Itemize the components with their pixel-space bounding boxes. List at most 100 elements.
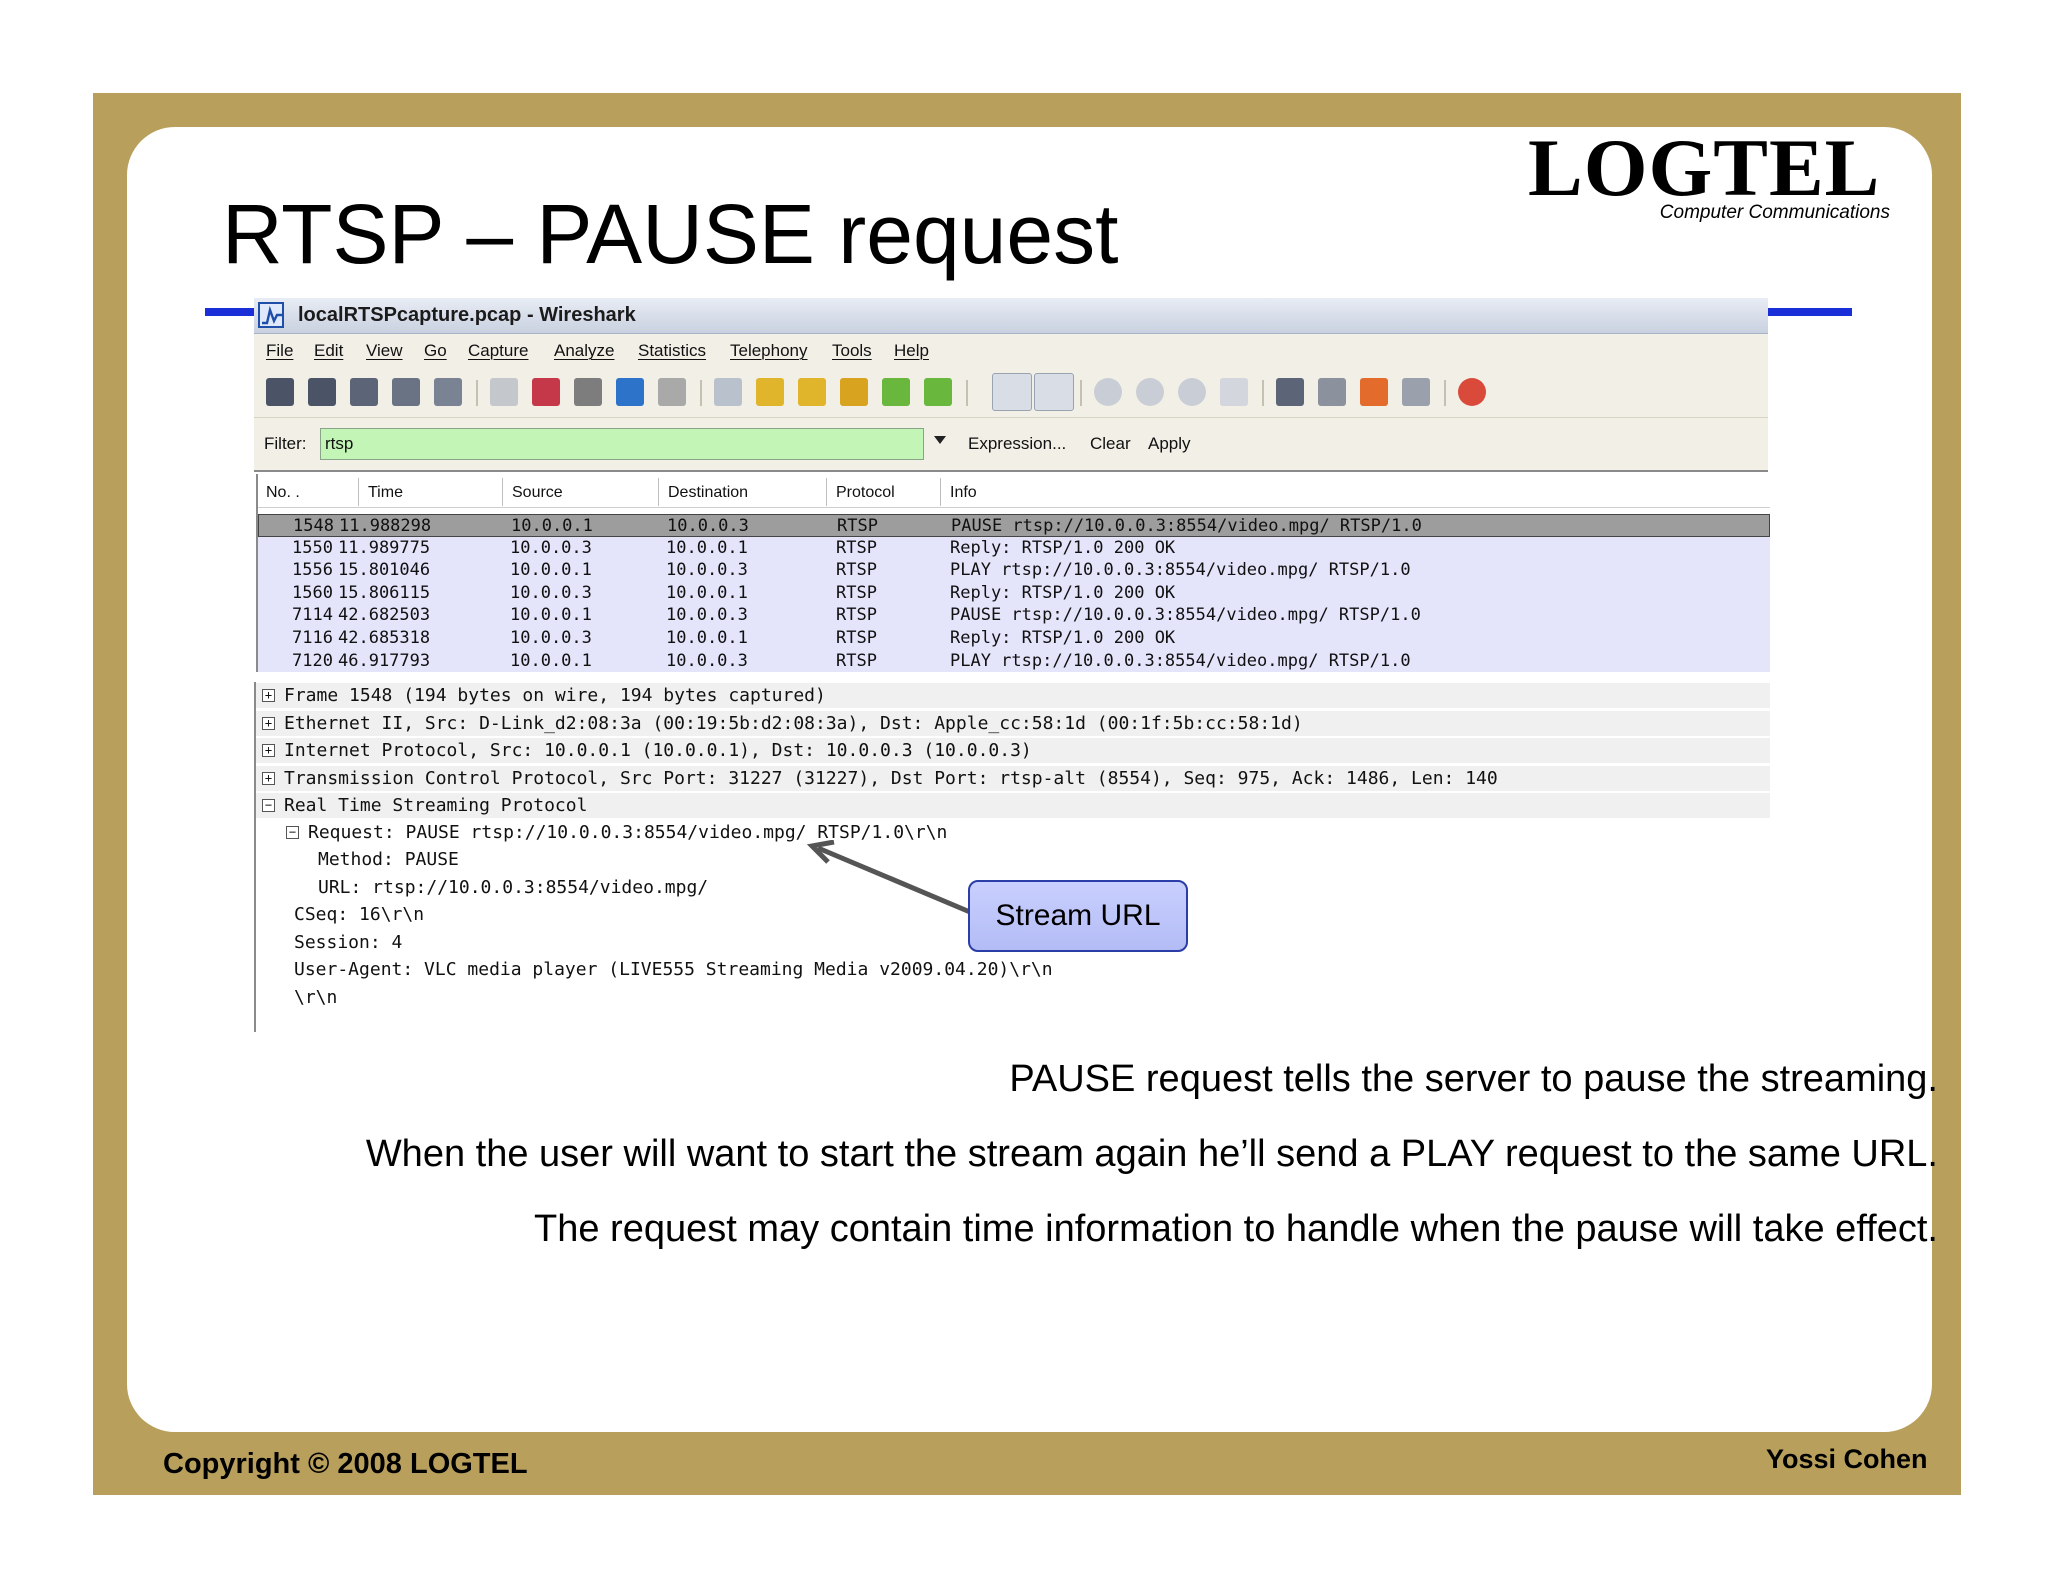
coloring-rules-icon[interactable] (1360, 378, 1388, 406)
col-header-no[interactable]: No. . (266, 484, 300, 502)
col-header-protocol[interactable]: Protocol (836, 484, 895, 502)
menu-edit[interactable]: Edit (314, 341, 343, 361)
cell-protocol: RTSP (836, 650, 877, 671)
packet-row[interactable]: 1556 15.801046 10.0.0.1 10.0.0.3 RTSP PLAY rt… (258, 559, 1770, 582)
back-icon[interactable] (756, 378, 784, 406)
detail-line[interactable]: + Ethernet II, Src: D-Link_d2:08:3a (00:1… (256, 709, 1770, 736)
help-icon[interactable] (1458, 378, 1486, 406)
detail-text: Session: 4 (294, 931, 403, 953)
stop-icon[interactable] (392, 378, 420, 406)
zoom-normal-icon[interactable] (1178, 378, 1206, 406)
reload-icon[interactable] (616, 378, 644, 406)
zoom-out-icon[interactable] (1136, 378, 1164, 406)
collapse-icon[interactable]: − (286, 825, 299, 839)
column-divider[interactable] (502, 478, 503, 506)
top-icon[interactable] (882, 378, 910, 406)
filter-input[interactable]: rtsp (320, 428, 924, 460)
cell-no: 7116 (292, 627, 333, 648)
menu-telephony[interactable]: Telephony (730, 341, 808, 361)
packet-row[interactable]: 7120 46.917793 10.0.0.1 10.0.0.3 RTSP PLAY rt… (258, 649, 1770, 673)
zoom-in-icon[interactable] (1094, 378, 1122, 406)
goto-icon[interactable] (840, 378, 868, 406)
cell-destination: 10.0.0.3 (667, 516, 749, 536)
menu-tools[interactable]: Tools (832, 341, 872, 361)
cell-destination: 10.0.0.3 (666, 605, 748, 626)
detail-line[interactable]: User-Agent: VLC media player (LIVE555 St… (256, 957, 1770, 983)
packet-row[interactable]: 7114 42.682503 10.0.0.1 10.0.0.3 RTSP PAUSE r… (258, 604, 1770, 627)
caption-line-3: The request may contain time information… (534, 1208, 1938, 1250)
column-divider[interactable] (358, 478, 359, 506)
column-divider[interactable] (826, 478, 827, 506)
expand-icon[interactable]: + (262, 744, 275, 757)
cell-destination: 10.0.0.3 (666, 650, 748, 671)
clear-button[interactable]: Clear (1090, 434, 1131, 454)
expression-button[interactable]: Expression... (968, 434, 1066, 454)
toolbar-separator (966, 380, 968, 406)
logo-word: LOGTEL (1528, 122, 1881, 213)
autoscroll-icon[interactable] (1034, 373, 1074, 411)
menu-analyze[interactable]: Analyze (554, 341, 614, 361)
packet-row[interactable]: 1548 11.988298 10.0.0.1 10.0.0.3 RTSP PAUSE r… (258, 514, 1770, 537)
cell-time: 15.801046 (338, 560, 431, 581)
detail-line[interactable]: − Request: PAUSE rtsp://10.0.0.3:8554/vid… (256, 820, 1770, 846)
expand-icon[interactable]: + (262, 689, 275, 702)
cell-protocol: RTSP (836, 627, 877, 648)
colorize-icon[interactable] (992, 373, 1032, 411)
forward-icon[interactable] (798, 378, 826, 406)
window-titlebar[interactable]: localRTSPcapture.pcap - Wireshark (254, 298, 1768, 334)
toolbar-separator (1262, 380, 1264, 406)
cell-time: 46.917793 (338, 650, 431, 671)
options-icon[interactable] (308, 378, 336, 406)
restart-icon[interactable] (434, 378, 462, 406)
open-icon[interactable] (490, 378, 518, 406)
save-icon[interactable] (532, 378, 560, 406)
find-icon[interactable] (714, 378, 742, 406)
col-header-time[interactable]: Time (368, 484, 403, 502)
menu-go[interactable]: Go (424, 341, 447, 361)
apply-button[interactable]: Apply (1148, 434, 1191, 454)
detail-line[interactable]: + Internet Protocol, Src: 10.0.0.1 (10.0.… (256, 737, 1770, 763)
cell-time: 11.988298 (339, 516, 432, 536)
capture-filters-icon[interactable] (1276, 378, 1304, 406)
cell-no: 1556 (292, 560, 333, 581)
menu-capture[interactable]: Capture (468, 341, 528, 361)
packet-row[interactable]: 1550 11.989775 10.0.0.3 10.0.0.1 RTSP Reply: … (258, 536, 1770, 560)
packet-row[interactable]: 1560 15.806115 10.0.0.3 10.0.0.1 RTSP Reply: … (258, 581, 1770, 605)
cell-source: 10.0.0.3 (510, 627, 592, 648)
collapse-icon[interactable]: − (262, 799, 275, 812)
start-icon[interactable] (350, 378, 378, 406)
menu-statistics[interactable]: Statistics (638, 341, 706, 361)
display-filters-icon[interactable] (1318, 378, 1346, 406)
detail-line[interactable]: + Transmission Control Protocol, Src Port… (256, 764, 1770, 791)
caption-line-2: When the user will want to start the str… (365, 1133, 1938, 1175)
col-header-source[interactable]: Source (512, 484, 563, 502)
col-header-destination[interactable]: Destination (668, 484, 748, 502)
filter-dropdown-icon[interactable] (934, 436, 946, 444)
menu-help[interactable]: Help (894, 341, 929, 361)
resize-columns-icon[interactable] (1220, 378, 1248, 406)
menu-view[interactable]: View (366, 341, 403, 361)
expand-icon[interactable]: + (262, 771, 275, 785)
packet-list: No. . Time Source Destination Protocol I… (256, 474, 1770, 673)
packet-row[interactable]: 7116 42.685318 10.0.0.3 10.0.0.1 RTSP Reply: … (258, 626, 1770, 650)
detail-line[interactable]: + Frame 1548 (194 bytes on wire, 194 byte… (256, 682, 1770, 708)
close-icon[interactable] (574, 378, 602, 406)
column-divider[interactable] (658, 478, 659, 506)
col-header-info[interactable]: Info (950, 484, 977, 502)
print-icon[interactable] (658, 378, 686, 406)
detail-line[interactable]: − Real Time Streaming Protocol (256, 792, 1770, 818)
menu-file[interactable]: File (266, 341, 293, 361)
column-divider[interactable] (940, 478, 941, 506)
expand-icon[interactable]: + (262, 716, 275, 730)
detail-line[interactable]: \r\n (256, 985, 1770, 1011)
packet-rows: 1548 11.988298 10.0.0.1 10.0.0.3 RTSP PAUSE r… (258, 514, 1770, 673)
preferences-icon[interactable] (1402, 378, 1430, 406)
cell-protocol: RTSP (836, 537, 877, 558)
filter-label: Filter: (264, 434, 307, 453)
detail-line[interactable]: Method: PAUSE (256, 847, 1770, 873)
bottom-icon[interactable] (924, 378, 952, 406)
detail-text: Real Time Streaming Protocol (284, 795, 588, 816)
packet-details-tree: + Frame 1548 (194 bytes on wire, 194 byte… (254, 682, 1770, 1032)
interfaces-icon[interactable] (266, 378, 294, 406)
slide-title: RTSP – PAUSE request (222, 187, 1119, 281)
